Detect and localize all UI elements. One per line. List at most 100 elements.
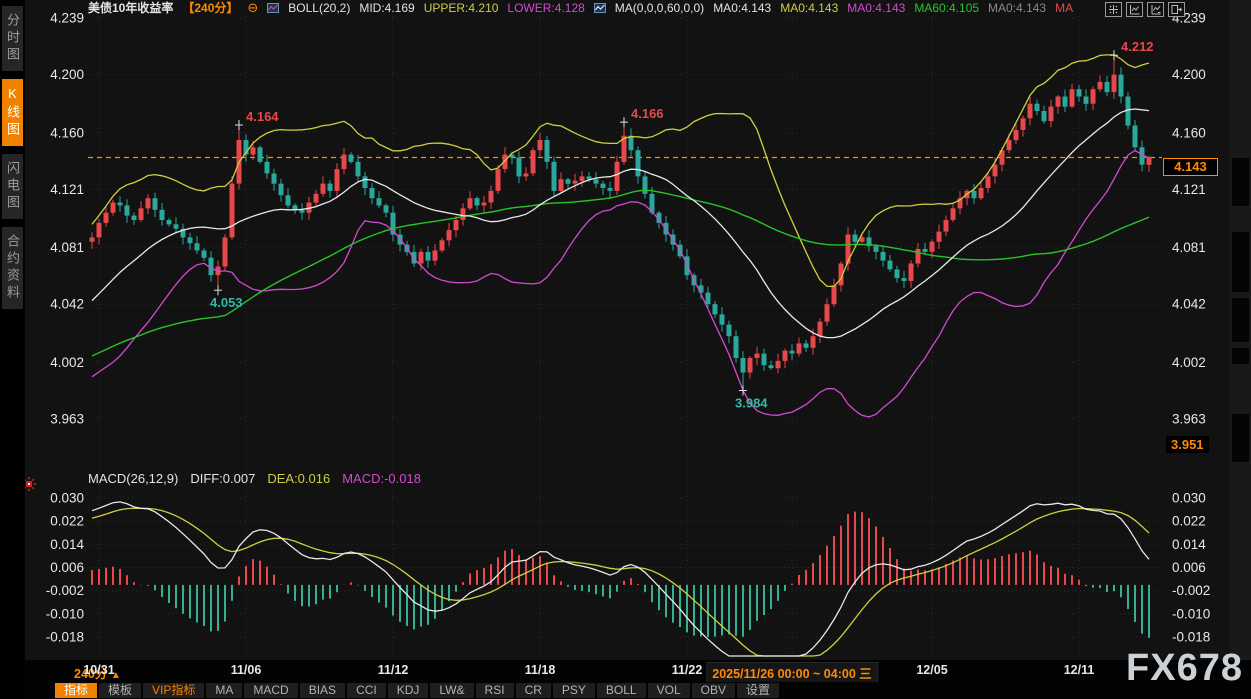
svg-text:4.200: 4.200 bbox=[50, 67, 84, 82]
svg-text:4.200: 4.200 bbox=[1172, 67, 1206, 82]
boll-label: BOLL(20,2) bbox=[288, 1, 350, 15]
svg-text:3.963: 3.963 bbox=[1172, 412, 1206, 427]
toolbar-item-KDJ[interactable]: KDJ bbox=[388, 683, 429, 698]
macd-params-label: MACD(26,12,9) bbox=[88, 471, 178, 486]
sidebar-tab-2[interactable]: 闪电图 bbox=[2, 154, 23, 219]
ma-chart-icon[interactable] bbox=[594, 2, 606, 14]
toolbar-item-指标[interactable]: 指标 bbox=[55, 683, 97, 698]
svg-text:0.006: 0.006 bbox=[1172, 560, 1206, 575]
macd-value: MACD:-0.018 bbox=[342, 471, 421, 486]
diff-line bbox=[92, 502, 1149, 656]
svg-text:0.030: 0.030 bbox=[50, 491, 84, 506]
svg-text:4.121: 4.121 bbox=[50, 182, 84, 197]
toolbar-item-BOLL[interactable]: BOLL bbox=[597, 683, 646, 698]
svg-text:-0.018: -0.018 bbox=[1172, 630, 1210, 645]
fx678-watermark: FX678 bbox=[1126, 649, 1243, 687]
svg-text:-0.010: -0.010 bbox=[46, 606, 84, 621]
x-axis-label: 11/06 bbox=[231, 663, 262, 677]
svg-text:4.160: 4.160 bbox=[50, 125, 84, 140]
price-annotations: 4.1644.0534.1663.9844.212 bbox=[210, 39, 1154, 410]
boll-mid-value: MID:4.169 bbox=[359, 1, 414, 15]
svg-text:3.984: 3.984 bbox=[735, 396, 768, 411]
ma-value: MA0:4.143 bbox=[988, 1, 1046, 15]
pane-shift-right-icon[interactable] bbox=[1147, 2, 1164, 17]
indicator-toolbar: 指标模板VIP指标MAMACDBIASCCIKDJLW&RSICRPSYBOLL… bbox=[0, 682, 1251, 699]
x-axis-row: 240分 ▲ 10/3111/0611/1211/1811/222025/11/… bbox=[0, 660, 1251, 682]
svg-text:0.022: 0.022 bbox=[1172, 514, 1206, 529]
ma-value: MA60:4.105 bbox=[914, 1, 979, 15]
macd-pane bbox=[92, 502, 1149, 656]
ma-values: MA0:4.143 MA0:4.143 MA0:4.143 MA60:4.105 MA0… bbox=[713, 1, 1073, 15]
ma60-line bbox=[92, 190, 1149, 356]
right-scroll-strip[interactable] bbox=[1230, 0, 1251, 660]
svg-text:4.212: 4.212 bbox=[1121, 39, 1154, 54]
svg-text:3.963: 3.963 bbox=[50, 412, 84, 427]
toolbar-item-设置[interactable]: 设置 bbox=[737, 683, 779, 698]
boll-upper-value: UPPER:4.210 bbox=[424, 1, 499, 15]
sidebar-tab-0[interactable]: 分时图 bbox=[2, 6, 23, 71]
svg-text:4.081: 4.081 bbox=[1172, 240, 1206, 255]
macd-diff-value: DIFF:0.007 bbox=[190, 471, 255, 486]
svg-text:0.014: 0.014 bbox=[1172, 537, 1206, 552]
x-axis-label: 11/22 bbox=[672, 663, 703, 677]
svg-text:0.022: 0.022 bbox=[50, 514, 84, 529]
kline-macd-chart-canvas[interactable]: 4.2394.2394.2004.2004.1604.1604.1214.121… bbox=[0, 0, 1251, 699]
toolbar-item-VIP指标[interactable]: VIP指标 bbox=[143, 683, 204, 698]
toolbar-item-模板[interactable]: 模板 bbox=[99, 683, 141, 698]
boll-lower-line bbox=[92, 151, 1149, 417]
toolbar-item-CCI[interactable]: CCI bbox=[347, 683, 386, 698]
chart-tool-buttons bbox=[1105, 2, 1185, 17]
macd-header: MACD(26,12,9) DIFF:0.007 DEA:0.016 MACD:… bbox=[88, 470, 421, 486]
svg-text:4.053: 4.053 bbox=[210, 295, 243, 310]
svg-text:-0.002: -0.002 bbox=[46, 583, 84, 598]
boll-upper-line bbox=[92, 55, 1149, 287]
svg-text:-0.018: -0.018 bbox=[46, 630, 84, 645]
toolbar-item-MA[interactable]: MA bbox=[206, 683, 242, 698]
symbol-title: 美债10年收益率 bbox=[88, 0, 173, 16]
x-axis-label: 12/05 bbox=[916, 663, 947, 677]
boll-mid-line bbox=[92, 109, 1149, 338]
svg-text:-0.002: -0.002 bbox=[1172, 583, 1210, 598]
macd-dea-value: DEA:0.016 bbox=[267, 471, 330, 486]
x-axis-selected-date: 2025/11/26 00:00 ~ 04:00 三 bbox=[707, 663, 877, 682]
svg-text:0.014: 0.014 bbox=[50, 537, 84, 552]
svg-text:4.002: 4.002 bbox=[50, 355, 84, 370]
x-axis-label: 10/31 bbox=[83, 663, 114, 677]
collapse-panel-icon[interactable] bbox=[1168, 2, 1185, 17]
toolbar-item-RSI[interactable]: RSI bbox=[476, 683, 514, 698]
dea-line bbox=[92, 508, 1149, 656]
toolbar-item-LW&[interactable]: LW& bbox=[430, 683, 473, 698]
crosshair-icon[interactable] bbox=[1105, 2, 1122, 17]
boll-chart-icon[interactable] bbox=[267, 2, 279, 14]
svg-text:4.042: 4.042 bbox=[50, 297, 84, 312]
pane-shift-left-icon[interactable] bbox=[1126, 2, 1143, 17]
x-axis-label: 11/12 bbox=[378, 663, 409, 677]
svg-text:4.121: 4.121 bbox=[1172, 182, 1206, 197]
x-axis-label: 12/11 bbox=[1064, 663, 1095, 677]
svg-text:4.160: 4.160 bbox=[1172, 125, 1206, 140]
toolbar-item-CR[interactable]: CR bbox=[516, 683, 551, 698]
price-gridlines: 4.2394.2394.2004.2004.1604.1604.1214.121… bbox=[50, 11, 1206, 427]
ma-value: MA bbox=[1055, 1, 1073, 15]
ma-value: MA0:4.143 bbox=[780, 1, 838, 15]
ma-value: MA0:4.143 bbox=[713, 1, 771, 15]
toolbar-item-BIAS[interactable]: BIAS bbox=[300, 683, 345, 698]
svg-text:0.006: 0.006 bbox=[50, 560, 84, 575]
toolbar-item-VOL[interactable]: VOL bbox=[648, 683, 690, 698]
ma-params-label: MA(0,0,0,60,0,0) bbox=[615, 1, 704, 15]
sidebar-tab-1[interactable]: K线图 bbox=[2, 79, 23, 146]
svg-text:4.239: 4.239 bbox=[50, 11, 84, 26]
svg-text:4.166: 4.166 bbox=[631, 106, 664, 121]
toolbar-item-OBV[interactable]: OBV bbox=[692, 683, 735, 698]
svg-text:-0.010: -0.010 bbox=[1172, 606, 1210, 621]
sidebar-tab-3[interactable]: 合约资料 bbox=[2, 227, 23, 309]
svg-text:4.042: 4.042 bbox=[1172, 297, 1206, 312]
svg-text:4.002: 4.002 bbox=[1172, 355, 1206, 370]
x-axis-label: 11/18 bbox=[525, 663, 556, 677]
low-price-badge: 3.951 bbox=[1166, 436, 1209, 453]
left-sidebar: 分时图 K线图闪电图合约资料 bbox=[0, 0, 25, 699]
toolbar-item-MACD[interactable]: MACD bbox=[244, 683, 297, 698]
ma-value: MA0:4.143 bbox=[847, 1, 905, 15]
collapse-indicator-icon[interactable]: ⊖ bbox=[247, 0, 258, 16]
toolbar-item-PSY[interactable]: PSY bbox=[553, 683, 595, 698]
